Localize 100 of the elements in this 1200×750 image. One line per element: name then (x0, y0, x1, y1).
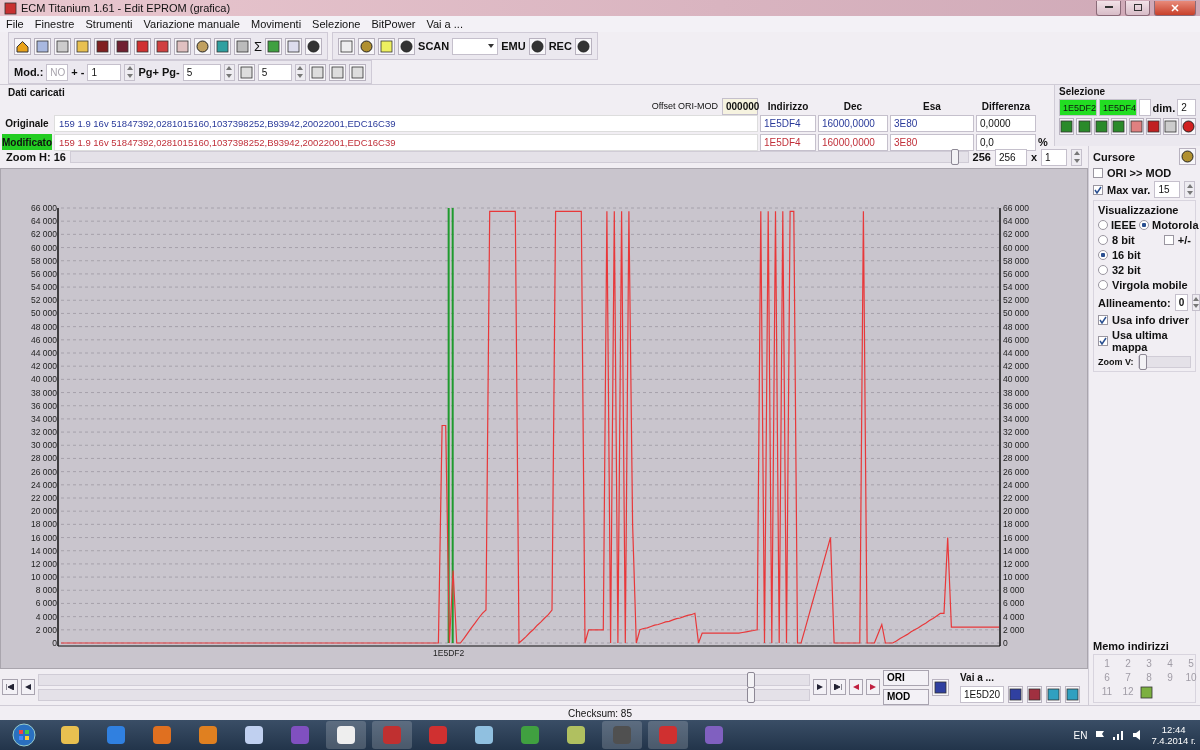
y-tick-label: 8 000 (35, 585, 57, 596)
zoom-v-label: Zoom V: (1098, 357, 1134, 367)
y-tick-label: 2 000 (1003, 624, 1025, 635)
y-tick-label: 52 000 (1003, 295, 1029, 306)
selection-end-field: 1E5DF4 (1099, 99, 1137, 116)
y-tick-label: 14 000 (1003, 545, 1029, 556)
alignment-label: Allineamento: (1098, 296, 1171, 309)
column-header: Differenza (980, 100, 1032, 112)
y-tick-label: 28 000 (31, 453, 57, 464)
goto-field[interactable]: 1E5D20 (960, 685, 1004, 703)
menu-item[interactable]: Vai a ... (426, 18, 463, 30)
y-tick-label: 54 000 (31, 282, 57, 293)
page-label: Pg+ Pg- (138, 66, 180, 78)
radio-label: Virgola mobile (1112, 279, 1188, 291)
step-field[interactable]: 1 (87, 63, 122, 81)
menu-item[interactable]: File (6, 18, 24, 30)
y-tick-label: 0 (1003, 638, 1008, 648)
mod-button[interactable]: MOD (883, 688, 929, 705)
y-tick-label: 22 000 (31, 493, 57, 503)
selection-start-field: 1E5DF2 (1059, 99, 1097, 116)
panel-title: Dati caricati (7, 86, 66, 99)
menu-item[interactable]: Finestre (34, 18, 75, 30)
selection-title: Selezione (1059, 86, 1107, 97)
y-tick-label: 12 000 (1003, 558, 1029, 569)
y-tick-label: 34 000 (31, 413, 57, 424)
scan-label: SCAN (418, 40, 450, 52)
menu-item[interactable]: Movimenti (251, 18, 302, 30)
menu-item[interactable]: Selezione (312, 18, 361, 30)
y-tick-label: 8 000 (1003, 585, 1025, 596)
y-tick-label: 42 000 (1003, 361, 1029, 372)
y-tick-label: 4 000 (1003, 611, 1025, 622)
hex-field[interactable]: 3E80 (890, 114, 974, 132)
y-tick-label: 48 000 (1003, 321, 1029, 332)
dec-field[interactable]: 16000,0000 (818, 133, 888, 151)
y-tick-label: 6 000 (1003, 598, 1025, 609)
alignment-field[interactable]: 0 (1174, 294, 1189, 311)
y-tick-label: 52 000 (31, 295, 57, 306)
page-field[interactable]: 5 (182, 63, 221, 81)
y-tick-label: 26 000 (1003, 466, 1029, 477)
y-tick-label: 50 000 (1003, 308, 1029, 319)
menu-item[interactable]: Variazione manuale (143, 18, 240, 30)
y-tick-label: 32 000 (1003, 427, 1029, 438)
sigma-icon: Σ (254, 38, 263, 54)
y-tick-label: 62 000 (31, 229, 57, 240)
max-var-field[interactable]: 15 (1154, 181, 1181, 198)
checksum-text: Checksum: 85 (568, 707, 632, 719)
window-title: ECM Titanium 1.61 - Edit EPROM (grafica) (21, 2, 232, 14)
clock-date: 7.4.2014 г. (1151, 735, 1196, 746)
radio-label: 32 bit (1112, 264, 1141, 276)
y-tick-label: 4 000 (35, 611, 57, 622)
y-tick-label: 42 000 (31, 361, 57, 372)
cursor-address-label: 1E5DF2 (433, 648, 465, 658)
ori-button[interactable]: ORI (883, 669, 929, 686)
zoom-value: 256 (972, 151, 991, 163)
radio-label: IEEE (1111, 219, 1137, 231)
emu-label: EMU (501, 40, 526, 52)
hex-field[interactable]: 3E80 (890, 133, 974, 151)
y-tick-label: 16 000 (1003, 532, 1029, 543)
clock-time: 12:44 (1161, 724, 1186, 735)
y-tick-label: 46 000 (1003, 334, 1029, 345)
y-tick-label: 30 000 (31, 440, 57, 451)
factor-field[interactable]: 1 (1041, 148, 1067, 166)
y-tick-label: 60 000 (31, 242, 57, 253)
difference-field[interactable]: 0,0 (976, 133, 1036, 151)
column-header: Dec (842, 100, 864, 112)
y-tick-label: 54 000 (1003, 282, 1029, 293)
y-tick-label: 24 000 (1003, 479, 1029, 490)
radio-label: 16 bit (1112, 249, 1141, 261)
y-tick-label: 36 000 (31, 400, 57, 411)
y-tick-label: 64 000 (31, 216, 57, 227)
dim-label: dim. (1152, 101, 1176, 114)
dec-field[interactable]: 16000,0000 (818, 114, 888, 132)
option-label: Usa info driver (1112, 314, 1190, 326)
y-tick-label: 44 000 (31, 348, 57, 358)
y-tick-label: 24 000 (31, 479, 57, 490)
cursor-title: Cursore (1093, 150, 1136, 163)
y-tick-label: 18 000 (1003, 519, 1029, 530)
y-tick-label: 38 000 (1003, 387, 1029, 398)
address-field: 1E5DF4 (760, 133, 816, 151)
y-tick-label: 18 000 (31, 519, 57, 530)
zoom-label: Zoom H: 16 (6, 151, 66, 163)
y-tick-label: 28 000 (1003, 453, 1029, 464)
y-tick-label: 64 000 (1003, 216, 1029, 227)
y-tick-label: 58 000 (31, 255, 57, 266)
dim-field[interactable]: 2 (1177, 99, 1196, 116)
sign-label: +/- (1177, 234, 1191, 246)
y-tick-label: 40 000 (1003, 374, 1029, 385)
y-tick-label: 40 000 (31, 374, 57, 385)
y-tick-label: 10 000 (1003, 572, 1029, 583)
p-field[interactable]: 5 (257, 63, 292, 81)
y-tick-label: 2 000 (35, 624, 57, 635)
y-tick-label: 36 000 (1003, 400, 1029, 411)
y-tick-label: 16 000 (31, 532, 57, 543)
y-tick-label: 50 000 (31, 308, 57, 319)
y-tick-label: 34 000 (1003, 413, 1029, 424)
option-label: Max var. (1107, 183, 1151, 196)
y-tick-label: 66 000 (1003, 203, 1029, 213)
menu-item[interactable]: Strumenti (85, 18, 133, 30)
menu-item[interactable]: BitPower (371, 18, 416, 30)
difference-field[interactable]: 0,0000 (976, 114, 1036, 132)
